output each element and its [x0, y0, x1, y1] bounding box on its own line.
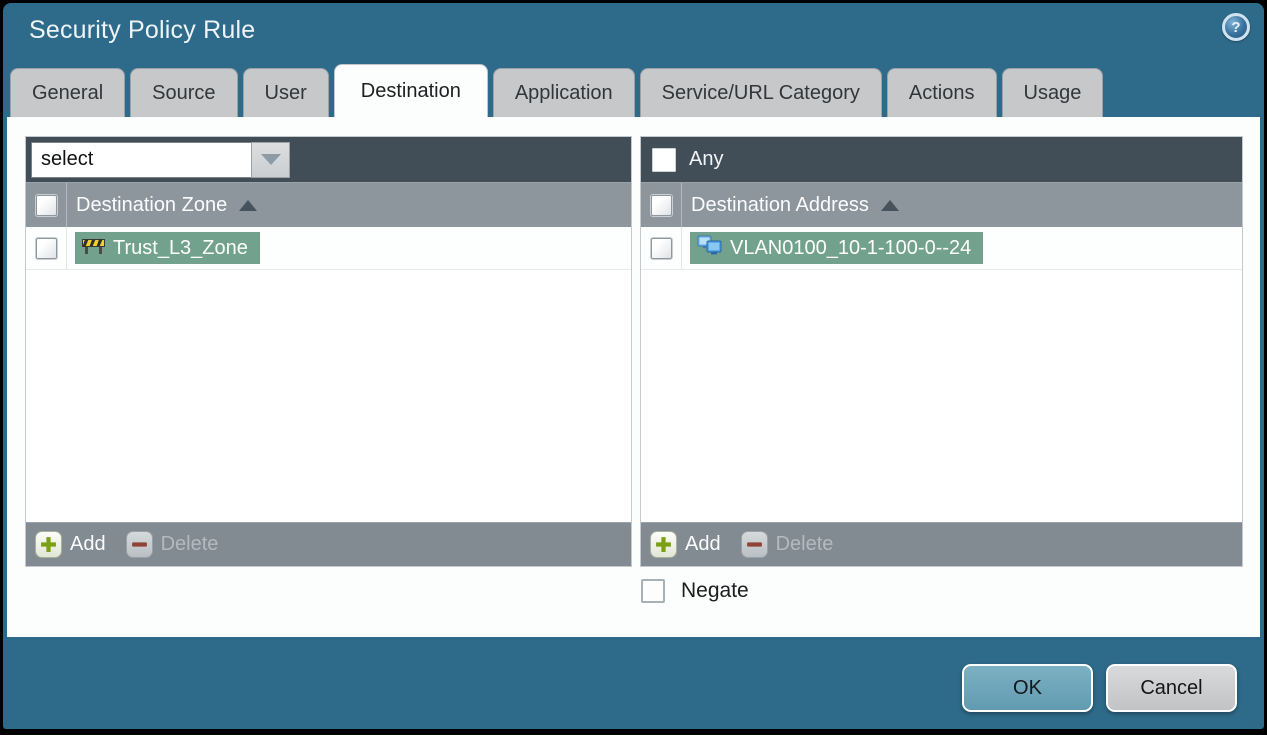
- zone-select-combo: select: [31, 141, 290, 178]
- tab-usage[interactable]: Usage: [1001, 68, 1104, 117]
- zone-delete-label: Delete: [160, 533, 219, 555]
- address-row-checkbox[interactable]: [650, 237, 672, 259]
- zone-delete-button[interactable]: Delete: [125, 531, 219, 558]
- negate-control: Negate: [641, 579, 749, 603]
- add-plus-icon: [650, 531, 677, 558]
- zone-row-item[interactable]: Trust_L3_Zone: [75, 232, 260, 264]
- negate-label[interactable]: Negate: [681, 579, 749, 603]
- zone-panel-footer: Add Delete: [26, 522, 631, 566]
- zone-panel-toolbar: select: [26, 137, 631, 182]
- ok-button[interactable]: OK: [962, 664, 1093, 712]
- zone-row-label: Trust_L3_Zone: [113, 236, 248, 259]
- add-plus-icon: [35, 531, 62, 558]
- address-column-header[interactable]: Destination Address: [691, 194, 899, 217]
- tab-service-url-category[interactable]: Service/URL Category: [639, 68, 882, 117]
- tab-source[interactable]: Source: [130, 68, 238, 117]
- table-row: VLAN0100_10-1-100-0--24: [641, 227, 1242, 270]
- address-select-all-checkbox[interactable]: [650, 194, 672, 216]
- cancel-button[interactable]: Cancel: [1106, 664, 1237, 712]
- address-row-label: VLAN0100_10-1-100-0--24: [730, 236, 972, 259]
- any-checkbox[interactable]: [652, 147, 676, 172]
- zone-column-header[interactable]: Destination Zone: [76, 193, 258, 217]
- zone-row-checkbox[interactable]: [35, 237, 57, 259]
- help-glyph: ?: [1231, 18, 1241, 36]
- tab-general[interactable]: General: [10, 68, 126, 117]
- dialog-title: Security Policy Rule: [29, 16, 256, 44]
- chevron-down-icon: [260, 154, 281, 165]
- address-table-header: Destination Address: [641, 182, 1242, 227]
- tab-actions[interactable]: Actions: [886, 68, 997, 117]
- address-row-item[interactable]: VLAN0100_10-1-100-0--24: [690, 232, 984, 264]
- zone-add-label: Add: [70, 533, 106, 555]
- network-address-icon: [697, 235, 722, 262]
- help-icon[interactable]: ?: [1222, 13, 1250, 41]
- address-add-label: Add: [685, 533, 721, 555]
- negate-checkbox[interactable]: [641, 579, 665, 603]
- address-delete-button[interactable]: Delete: [740, 531, 834, 558]
- delete-minus-icon: [740, 531, 768, 558]
- any-label: Any: [689, 148, 724, 170]
- zone-column-header-label: Destination Zone: [76, 193, 228, 216]
- zone-add-button[interactable]: Add: [35, 531, 106, 558]
- zone-select-input[interactable]: select: [31, 141, 251, 178]
- address-table-body: VLAN0100_10-1-100-0--24: [641, 227, 1242, 522]
- address-panel-footer: Add Delete: [641, 522, 1242, 566]
- tab-bar: General Source User Destination Applicat…: [10, 64, 1104, 117]
- table-row: Trust_L3_Zone: [26, 227, 631, 270]
- address-add-button[interactable]: Add: [650, 531, 721, 558]
- destination-zone-panel: select Destination Zone Trust_L3_Zone Ad…: [25, 136, 632, 567]
- zone-barrier-icon: [82, 236, 105, 261]
- sort-ascending-icon: [880, 199, 899, 211]
- tab-user[interactable]: User: [242, 68, 329, 117]
- tab-application[interactable]: Application: [492, 68, 635, 117]
- delete-minus-icon: [125, 531, 153, 558]
- zone-table-body: Trust_L3_Zone: [26, 227, 631, 522]
- tab-content-destination: select Destination Zone Trust_L3_Zone Ad…: [7, 117, 1260, 637]
- address-column-header-label: Destination Address: [691, 193, 869, 216]
- address-delete-label: Delete: [775, 533, 834, 555]
- tab-destination[interactable]: Destination: [333, 64, 488, 117]
- zone-table-header: Destination Zone: [26, 182, 631, 227]
- address-panel-toolbar: Any: [641, 137, 1242, 182]
- zone-select-dropdown-button[interactable]: [251, 141, 290, 178]
- sort-ascending-icon: [239, 199, 258, 211]
- zone-select-all-checkbox[interactable]: [35, 194, 57, 216]
- destination-address-panel: Any Destination Address VLAN0100_10-1-10…: [640, 136, 1243, 567]
